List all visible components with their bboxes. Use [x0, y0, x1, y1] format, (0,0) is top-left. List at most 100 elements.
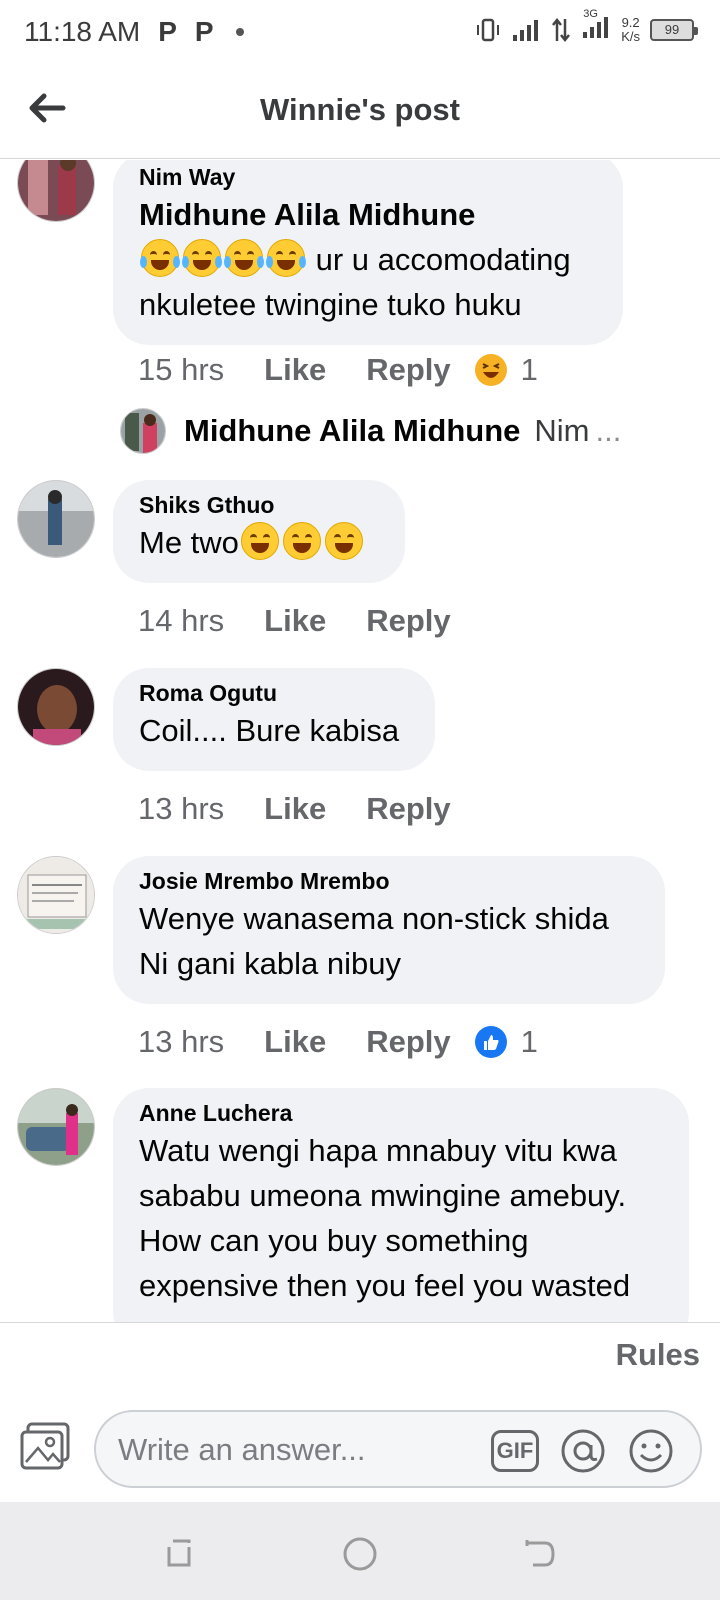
sweat-smile-emoji-icon [324, 522, 363, 560]
like-button[interactable]: Like [264, 1024, 326, 1060]
comment-text-line: How can you buy something [139, 1223, 529, 1258]
reaction-summary[interactable]: 1 [474, 352, 538, 388]
comment-time[interactable]: 13 hrs [138, 791, 224, 827]
answer-input-placeholder: Write an answer... [118, 1432, 366, 1467]
back-nav-button[interactable] [520, 1534, 560, 1574]
speed-value: 9.2 [621, 14, 640, 30]
photo-icon [20, 1422, 70, 1470]
at-sign-icon [561, 1429, 605, 1473]
crying-laughing-emoji-icon [224, 239, 264, 277]
crying-laughing-emoji-icon [140, 239, 180, 277]
like-button[interactable]: Like [264, 603, 326, 639]
recent-apps-button[interactable] [160, 1534, 200, 1574]
comment-text: Me two [139, 520, 379, 565]
network-speed: 9.2 K/s [621, 14, 640, 44]
comment-text-line: sababu umeona mwingine amebuy. [139, 1178, 627, 1213]
status-icons: 3G 9.2 K/s 99 [475, 8, 698, 45]
recent-apps-icon [167, 1539, 191, 1567]
reply-button[interactable]: Reply [366, 791, 450, 827]
battery-icon: 99 [650, 18, 698, 41]
status-bar: 11:18 AM P P 3G 9.2 K/s 99 [0, 0, 720, 64]
comment-text: Midhune Alila Midhune ur u accomodating … [139, 192, 597, 327]
like-button[interactable]: Like [264, 791, 326, 827]
sweat-smile-emoji-icon [240, 522, 279, 560]
page-title: Winnie's post [260, 92, 460, 127]
emoji-button[interactable] [626, 1426, 676, 1476]
comments-feed[interactable]: Nim Way Midhune Alila Midhune ur u accom… [0, 160, 720, 1322]
comment-text-line: Wenye wanasema non-stick shida [139, 901, 609, 936]
comment-actions: 15 hrs Like Reply 1 [138, 352, 538, 388]
comment-text-line: expensive then you feel you wasted [139, 1268, 631, 1303]
network-3g: 3G [581, 8, 611, 45]
avatar[interactable] [17, 480, 95, 558]
avatar[interactable] [17, 1088, 95, 1166]
avatar[interactable] [17, 856, 95, 934]
comment-time[interactable]: 15 hrs [138, 352, 224, 388]
notification-p-icon: P [158, 16, 177, 47]
comment-actions: 13 hrs Like Reply 1 [138, 1024, 538, 1060]
crying-laughing-emoji-icon [266, 239, 306, 277]
comment-text-line: Watu wengi hapa mnabuy vitu kwa [139, 1133, 617, 1168]
system-navigation-bar [0, 1502, 720, 1600]
comment-author[interactable]: Shiks Gthuo [139, 490, 379, 520]
reply-button[interactable]: Reply [366, 352, 450, 388]
comment-time[interactable]: 13 hrs [138, 1024, 224, 1060]
comment-bubble[interactable]: Roma Ogutu Coil.... Bure kabisa [113, 668, 435, 771]
notification-p-icon: P [194, 16, 214, 47]
reply-preview[interactable]: Midhune Alila Midhune Nim ... [120, 408, 621, 454]
rules-bar: Rules [0, 1322, 720, 1374]
reply-text: Nim [534, 413, 590, 448]
notification-dot-icon [235, 28, 244, 36]
like-button[interactable]: Like [264, 352, 326, 388]
reply-ellipsis: ... [595, 413, 622, 448]
comment-bubble[interactable]: Shiks Gthuo Me two [113, 480, 405, 583]
comment-time[interactable]: 14 hrs [138, 603, 224, 639]
back-nav-icon [525, 1540, 555, 1567]
reaction-count: 1 [520, 352, 538, 387]
avatar [120, 408, 166, 454]
crying-laughing-emoji-icon [182, 239, 222, 277]
reaction-summary[interactable]: 1 [474, 1024, 538, 1060]
gif-button[interactable]: GIF [490, 1426, 540, 1476]
comment-text: Wenye wanasema non-stick shida Ni gani k… [139, 896, 639, 986]
home-button[interactable] [340, 1534, 380, 1574]
signal-icon [513, 19, 539, 41]
vibrate-icon [477, 18, 500, 41]
haha-icon [474, 354, 507, 386]
comment-author[interactable]: Anne Luchera [139, 1098, 663, 1128]
comment-author[interactable]: Nim Way [139, 162, 597, 192]
comment-text: Watu wengi hapa mnabuy vitu kwa sababu u… [139, 1128, 663, 1308]
photo-button[interactable] [20, 1422, 72, 1470]
mention-link[interactable]: Midhune Alila Midhune [139, 197, 475, 232]
data-transfer-icon [552, 17, 571, 42]
comment-bubble[interactable]: Anne Luchera Watu wengi hapa mnabuy vitu… [113, 1088, 689, 1322]
comment-bubble[interactable]: Nim Way Midhune Alila Midhune ur u accom… [113, 160, 623, 345]
answer-input[interactable]: Write an answer... GIF [94, 1410, 702, 1488]
rules-link[interactable]: Rules [616, 1337, 700, 1373]
reply-button[interactable]: Reply [366, 603, 450, 639]
avatar[interactable] [17, 668, 95, 746]
speed-unit: K/s [621, 28, 640, 44]
comment-author[interactable]: Josie Mrembo Mrembo [139, 866, 639, 896]
reply-button[interactable]: Reply [366, 1024, 450, 1060]
comment-composer: Write an answer... GIF [0, 1374, 720, 1502]
gif-icon: GIF [491, 1430, 539, 1472]
reply-author: Midhune Alila Midhune [184, 413, 521, 448]
comment-text: Coil.... Bure kabisa [139, 713, 400, 748]
comment-actions: 14 hrs Like Reply [138, 603, 475, 639]
comment-bubble[interactable]: Josie Mrembo Mrembo Wenye wanasema non-s… [113, 856, 665, 1004]
home-circle-icon [343, 1537, 377, 1571]
status-time: 11:18 AM [24, 16, 141, 47]
comment-text-body: Me two [139, 525, 239, 560]
avatar[interactable] [17, 160, 95, 222]
header: Winnie's post [0, 64, 720, 159]
network-type: 3G [583, 8, 598, 20]
mention-button[interactable] [558, 1426, 608, 1476]
comment-author[interactable]: Roma Ogutu [139, 678, 409, 708]
reaction-count: 1 [520, 1024, 538, 1059]
battery-level: 99 [664, 22, 680, 37]
sweat-smile-emoji-icon [282, 522, 321, 560]
smiley-icon [629, 1429, 673, 1473]
comment-actions: 13 hrs Like Reply [138, 791, 475, 827]
like-icon [474, 1026, 507, 1058]
